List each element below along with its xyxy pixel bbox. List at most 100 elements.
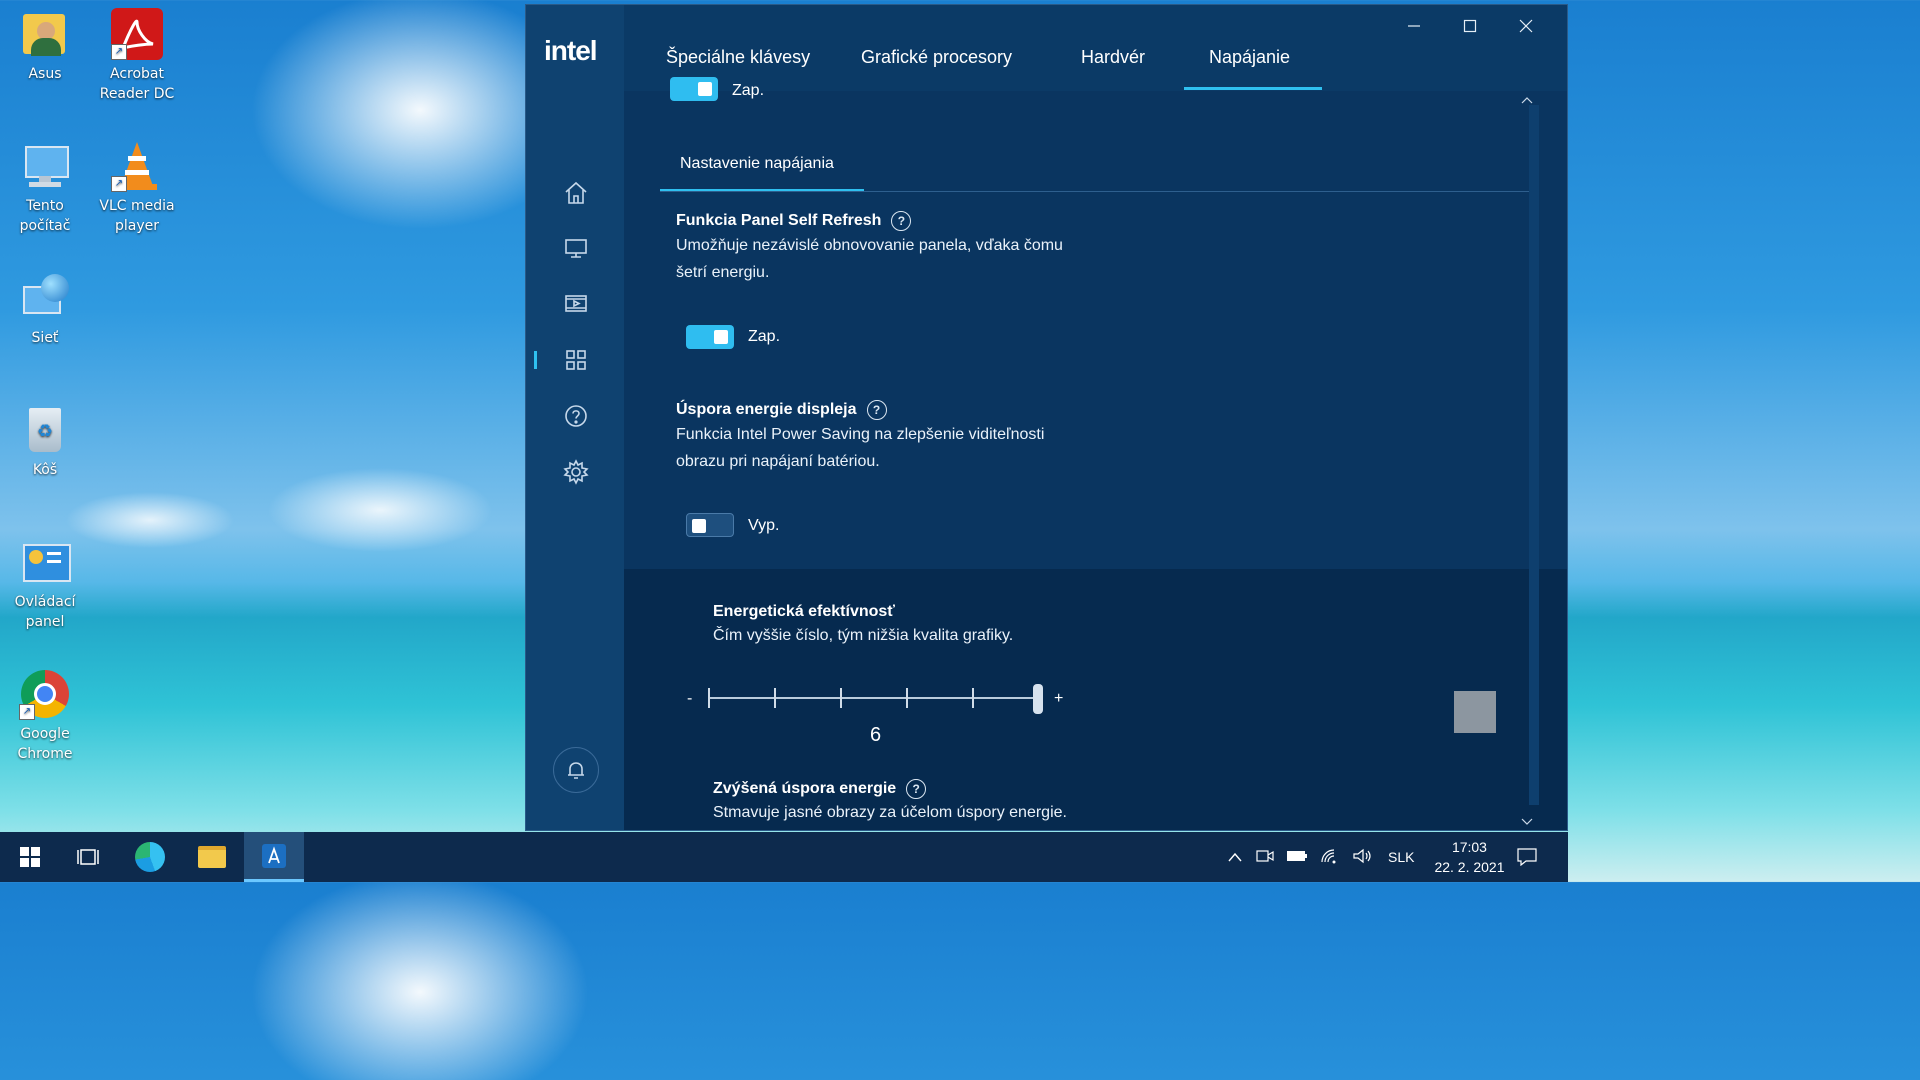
shortcut-arrow-icon: ↗	[19, 704, 35, 720]
efficiency-title: Energetická efektívnosť	[713, 603, 895, 620]
action-center-button[interactable]	[1500, 832, 1554, 882]
intel-logo: intel	[544, 35, 598, 66]
taskbar: SLK 17:03 22. 2. 2021	[0, 832, 1568, 882]
desktop-icon-vlc[interactable]: ↗ VLC media player	[94, 140, 180, 236]
sidebar-system-button[interactable]	[560, 344, 592, 376]
slider-minus-label: -	[687, 690, 693, 707]
network-globe-icon	[19, 272, 71, 324]
psr-description: Umožňuje nezávislé obnovovanie panela, v…	[676, 232, 1063, 286]
minimize-icon	[1408, 25, 1420, 27]
slider-plus-label: +	[1054, 690, 1064, 707]
clock-time: 17:03	[1451, 839, 1487, 855]
vlc-cone-icon: ↗	[111, 140, 163, 192]
clock[interactable]: 17:03 22. 2. 2021	[1432, 837, 1506, 877]
partial-toggle-switch[interactable]	[670, 77, 718, 101]
desktop-icon-asus[interactable]: Asus	[2, 8, 88, 84]
folder-icon	[198, 846, 226, 868]
desktop-icon-control-panel[interactable]: Ovládací panel	[2, 536, 88, 632]
desktop-icon-this-pc[interactable]: Tento počítač	[2, 140, 88, 236]
tab-hardware[interactable]: Hardvér	[1081, 47, 1145, 68]
minimize-button[interactable]	[1400, 15, 1428, 37]
task-view-button[interactable]	[58, 832, 118, 882]
task-view-icon	[77, 849, 99, 865]
battery-icon	[1287, 850, 1307, 861]
chevron-up-icon	[1228, 852, 1242, 862]
efficiency-slider-thumb[interactable]	[1033, 684, 1043, 714]
display-saving-description-line1: Funkcia Intel Power Saving na zlepšenie …	[676, 426, 1045, 443]
camera-icon	[1256, 849, 1274, 862]
sidebar: intel	[526, 5, 624, 830]
taskbar-file-explorer-button[interactable]	[182, 832, 242, 882]
enhanced-description: Stmavuje jasné obrazy za účelom úspory e…	[713, 804, 1067, 821]
slider-tick	[708, 688, 710, 708]
slider-tick	[840, 688, 842, 708]
partial-toggle-label: Zap.	[732, 82, 765, 99]
intel-graphics-icon	[262, 843, 286, 868]
desktop-icon-network[interactable]: Sieť	[2, 272, 88, 348]
slider-value-label: 6	[870, 724, 882, 746]
enhanced-title: Zvýšená úspora energie?	[713, 779, 927, 799]
clock-date: 22. 2. 2021	[1434, 859, 1505, 875]
tab-power[interactable]: Napájanie	[1209, 47, 1290, 68]
volume-button[interactable]	[1352, 848, 1372, 867]
scrollbar-track[interactable]	[1529, 105, 1539, 805]
desktop-icon-label: Tento počítač	[19, 198, 71, 234]
taskbar-intel-app-button[interactable]	[244, 832, 304, 882]
network-button[interactable]	[1320, 848, 1340, 867]
display-saving-help-icon[interactable]: ?	[866, 400, 887, 420]
windows-logo-icon	[20, 847, 40, 867]
speaker-icon	[1353, 848, 1371, 863]
intel-graphics-command-center-window: intel Špeciálne klávesy Grafické proceso…	[525, 4, 1568, 831]
efficiency-slider-track[interactable]	[708, 697, 1040, 699]
help-circle-icon	[565, 405, 587, 427]
tab-special-keys[interactable]: Špeciálne klávesy	[666, 47, 810, 68]
slider-tick	[906, 688, 908, 708]
edge-icon	[135, 842, 165, 872]
input-language-indicator[interactable]: SLK	[1388, 849, 1414, 865]
psr-toggle-label: Zap.	[748, 328, 781, 345]
desktop-icon-chrome[interactable]: ↗ Google Chrome	[2, 668, 88, 764]
chrome-icon: ↗	[19, 668, 71, 720]
maximize-button[interactable]	[1456, 15, 1484, 37]
computer-icon	[19, 140, 71, 192]
scroll-up-button[interactable]	[1521, 93, 1533, 107]
sidebar-support-button[interactable]	[560, 400, 592, 432]
gear-icon	[563, 459, 589, 485]
enhanced-help-icon[interactable]: ?	[906, 779, 927, 799]
start-button[interactable]	[0, 832, 60, 882]
subtab-power-settings[interactable]: Nastavenie napájania	[680, 155, 834, 173]
close-button[interactable]	[1512, 15, 1540, 37]
desktop-icon-label: Kôš	[32, 462, 58, 478]
sidebar-settings-button[interactable]	[560, 456, 592, 488]
scroll-down-button[interactable]	[1521, 815, 1533, 829]
recycle-bin-icon: ♻	[19, 404, 71, 456]
grid-icon	[566, 350, 586, 370]
notification-icon	[1517, 848, 1537, 866]
desktop-icon-recycle-bin[interactable]: ♻ Kôš	[2, 404, 88, 480]
battery-button[interactable]	[1286, 849, 1308, 866]
taskbar-edge-button[interactable]	[120, 832, 180, 882]
meet-now-button[interactable]	[1256, 848, 1274, 867]
shortcut-arrow-icon: ↗	[111, 44, 127, 60]
psr-help-icon[interactable]: ?	[891, 211, 912, 231]
desktop-icon-acrobat[interactable]: ↗ Acrobat Reader DC	[94, 8, 180, 104]
display-saving-toggle-switch[interactable]	[686, 513, 734, 537]
show-hidden-icons-button[interactable]	[1228, 849, 1242, 865]
slider-tick	[774, 688, 776, 708]
sidebar-video-button[interactable]	[560, 288, 592, 320]
psr-title: Funkcia Panel Self Refresh?	[676, 211, 912, 231]
desktop-icon-label: Asus	[28, 66, 62, 82]
sidebar-home-button[interactable]	[560, 177, 592, 209]
display-saving-description-line2: obrazu pri napájaní batériou.	[676, 453, 880, 470]
notifications-button[interactable]	[553, 747, 599, 793]
slider-tick	[972, 688, 974, 708]
efficiency-section: Energetická efektívnosť Čím vyššie číslo…	[624, 569, 1567, 830]
display-saving-title-text: Úspora energie displeja	[676, 401, 857, 419]
floating-widget[interactable]	[1454, 691, 1496, 733]
tab-graphics-processors[interactable]: Grafické procesory	[861, 47, 1012, 68]
psr-toggle-switch[interactable]	[686, 325, 734, 349]
desktop-icon-label: VLC media player	[99, 198, 175, 234]
home-icon	[565, 181, 587, 204]
sidebar-display-button[interactable]	[560, 232, 592, 264]
acrobat-icon: ↗	[111, 8, 163, 60]
